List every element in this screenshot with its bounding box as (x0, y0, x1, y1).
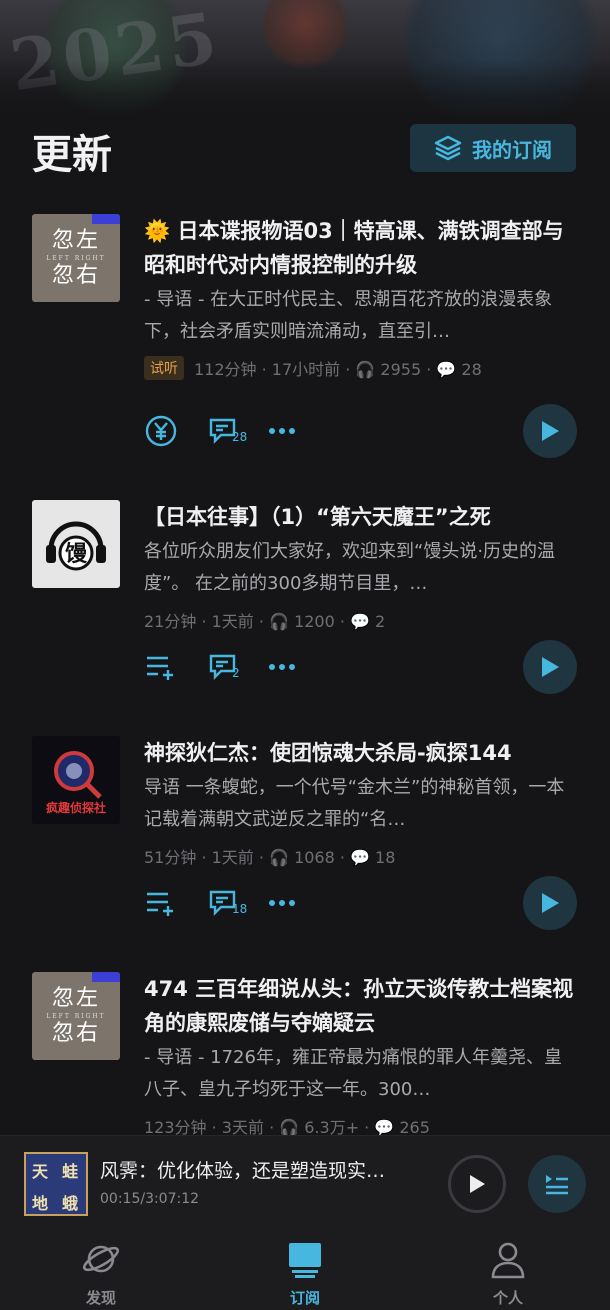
more-button[interactable] (268, 426, 296, 436)
episode-title: 🌞 日本谍报物语03｜特高课、满铁调查部与昭和时代对内情报控制的升级 (144, 219, 564, 277)
now-playing-cover: 天 蛙 地 蛾 (24, 1152, 88, 1216)
add-to-playlist-button[interactable] (144, 652, 178, 682)
episode-actions: 18 (144, 876, 574, 930)
play-button[interactable] (523, 404, 577, 458)
playlist-add-icon (147, 656, 173, 680)
episode-cover: 忽左 LEFT RIGHT 忽右 (32, 972, 120, 1060)
purchase-button[interactable] (144, 414, 178, 448)
more-icon (269, 664, 295, 670)
planet-icon (82, 1245, 120, 1273)
add-to-playlist-button[interactable] (144, 888, 178, 918)
play-icon (542, 893, 559, 913)
episode-description: - 导语 - 在大正时代民主、思潮百花齐放的浪漫表象下，社会矛盾实则暗流涌动，直… (144, 289, 553, 342)
more-button[interactable] (268, 662, 296, 672)
episode-cover: 疯趣侦探社 (32, 736, 120, 824)
subscriptions-icon (289, 1243, 321, 1278)
person-icon (491, 1242, 525, 1279)
trial-badge: 试听 (144, 356, 184, 380)
episode-cover: 忽左 LEFT RIGHT 忽右 (32, 214, 120, 302)
episode-actions: 28 (144, 404, 574, 458)
tab-profile[interactable]: 个人 (448, 1239, 568, 1308)
tab-subscriptions[interactable]: 订阅 (245, 1239, 365, 1308)
play-icon (470, 1175, 485, 1193)
episode-title: 474 三百年细说从头：孙立天谈传教士档案视角的康熙废储与夺嫡疑云 (144, 977, 574, 1035)
episode-description: 各位听众朋友们大家好，欢迎来到“馒头说·历史的温度”。 在之前的300多期节目里… (144, 541, 556, 594)
comments-button[interactable]: 2 (208, 652, 240, 682)
comment-count: 28 (232, 430, 248, 444)
mini-player[interactable]: 天 蛙 地 蛾 风霁：优化体验，还是塑造现实… 00:15/3:07:12 (0, 1135, 610, 1227)
episode-item[interactable]: 疯趣侦探社 神探狄仁杰：使团惊魂大杀局-疯探144 导语 一条蝮蛇，一个代号“金… (32, 736, 592, 867)
header-banner: 2025 (0, 0, 610, 120)
play-button[interactable] (523, 876, 577, 930)
more-button[interactable] (268, 898, 296, 908)
tab-discover[interactable]: 发现 (41, 1239, 161, 1308)
yuan-icon (145, 415, 177, 447)
mini-play-button[interactable] (448, 1155, 506, 1213)
svg-text:馒: 馒 (65, 541, 88, 567)
bottom-tab-bar: 发现 订阅 个人 (0, 1227, 610, 1310)
episode-meta: 51分钟 · 1天前 · 🎧 1068 · 💬 18 (144, 848, 396, 867)
now-playing-time: 00:15/3:07:12 (100, 1191, 200, 1207)
play-icon (542, 657, 559, 677)
play-button[interactable] (523, 640, 577, 694)
episode-title: 【日本往事】（1）“第六天魔王”之死 (144, 505, 491, 529)
layers-icon (434, 135, 462, 161)
page-title: 更新 (32, 132, 112, 178)
more-icon (269, 428, 295, 434)
episode-title: 神探狄仁杰：使团惊魂大杀局-疯探144 (144, 741, 512, 765)
playlist-button[interactable] (528, 1155, 586, 1213)
now-playing-title: 风霁：优化体验，还是塑造现实… (100, 1160, 386, 1182)
play-icon (542, 421, 559, 441)
episode-meta: 112分钟 · 17小时前 · 🎧 2955 · 💬 28 (194, 360, 482, 379)
episode-description: - 导语 - 1726年，雍正帝最为痛恨的罪人年羹尧、皇八子、皇九子均死于这一年… (144, 1047, 562, 1100)
episode-cover: 馒 (32, 500, 120, 588)
comment-count: 2 (232, 666, 240, 680)
episode-meta: 123分钟 · 3天前 · 🎧 6.3万+ · 💬 265 (144, 1118, 430, 1135)
episode-item[interactable]: 忽左 LEFT RIGHT 忽右 474 三百年细说从头：孙立天谈传教士档案视角的康… (32, 972, 592, 1135)
more-icon (269, 900, 295, 906)
playlist-add-icon (147, 892, 173, 916)
playlist-icon (546, 1175, 568, 1195)
comments-button[interactable]: 18 (208, 888, 247, 918)
episode-meta: 21分钟 · 1天前 · 🎧 1200 · 💬 2 (144, 612, 386, 631)
my-subscriptions-button[interactable]: 我的订阅 (410, 124, 576, 172)
comments-button[interactable]: 28 (208, 416, 247, 446)
episode-description: 导语 一条蝮蛇，一个代号“金木兰”的神秘首领，一本记载着满朝文武逆反之罪的“名… (144, 777, 565, 830)
episode-actions: 2 (144, 640, 574, 694)
comment-count: 18 (232, 902, 248, 916)
my-subscriptions-label: 我的订阅 (472, 137, 552, 162)
